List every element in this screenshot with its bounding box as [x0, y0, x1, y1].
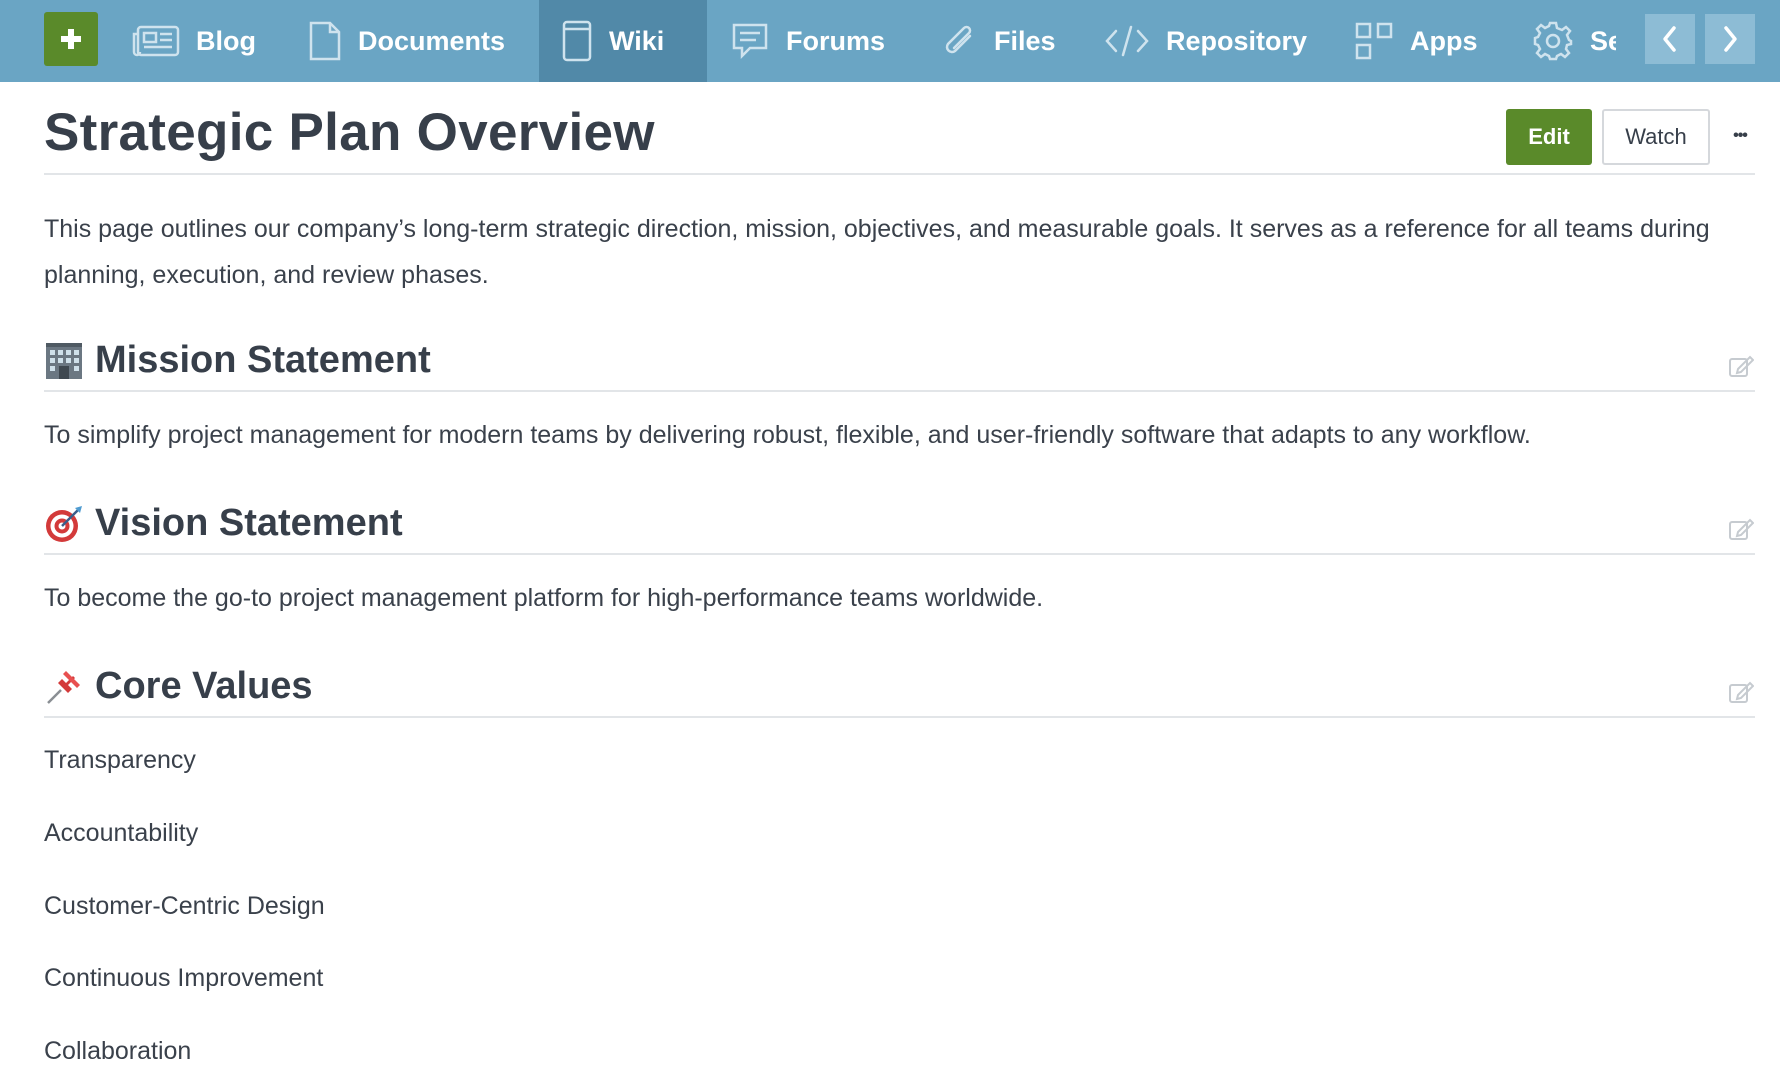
section-title: Mission Statement: [95, 339, 431, 381]
tab-label: Apps: [1410, 25, 1478, 56]
newspaper-icon: [132, 24, 180, 58]
tab-repository[interactable]: Repository: [1104, 0, 1307, 82]
section-heading-core-values: Core Values: [44, 665, 313, 708]
list-item: Accountability: [44, 819, 199, 847]
nav-tabs: Blog Documents Wiki Forums Files Reposit…: [120, 0, 1616, 82]
tab-wiki[interactable]: Wiki: [539, 0, 707, 82]
section-edit-button[interactable]: [1728, 680, 1754, 704]
section-divider: [44, 716, 1755, 718]
office-building-icon: [44, 341, 84, 381]
tab-label: Documents: [358, 25, 506, 56]
vision-text: To become the go-to project management p…: [44, 584, 1044, 612]
tab-label: Wiki: [609, 25, 665, 56]
chevron-right-icon: [1724, 26, 1737, 52]
tab-label: Se: [1590, 25, 1616, 56]
add-button[interactable]: [44, 12, 98, 66]
more-icon: •••: [1733, 127, 1748, 144]
chevron-left-icon: [1663, 26, 1676, 52]
pushpin-icon: [44, 667, 84, 707]
section-divider: [44, 390, 1755, 392]
tab-forums[interactable]: Forums: [730, 0, 885, 82]
more-options-button[interactable]: •••: [1722, 118, 1758, 154]
paperclip-icon: [940, 22, 978, 60]
intro-paragraph: This page outlines our company’s long-te…: [44, 215, 1710, 289]
tab-files[interactable]: Files: [940, 0, 1056, 82]
list-item: Continuous Improvement: [44, 964, 324, 992]
tab-settings[interactable]: Se: [1532, 0, 1616, 82]
edit-button[interactable]: Edit: [1506, 109, 1592, 165]
edit-pencil-icon: [1729, 355, 1754, 377]
tab-apps[interactable]: Apps: [1354, 0, 1478, 82]
code-icon: [1104, 23, 1150, 59]
tab-blog[interactable]: Blog: [120, 0, 276, 82]
scroll-right-button[interactable]: [1705, 14, 1755, 64]
edit-pencil-icon: [1729, 681, 1754, 703]
document-icon: [308, 20, 342, 62]
tab-label: Forums: [786, 25, 886, 56]
chat-bubble-icon: [730, 21, 770, 61]
section-heading-mission: Mission Statement: [44, 339, 431, 382]
tab-label: Repository: [1166, 25, 1308, 56]
section-heading-vision: Vision Statement: [44, 502, 403, 545]
grid-icon: [1354, 21, 1394, 61]
section-edit-button[interactable]: [1728, 517, 1754, 541]
mission-text: To simplify project management for moder…: [44, 421, 1531, 449]
book-icon: [561, 19, 593, 63]
gear-icon: [1532, 20, 1574, 62]
top-navigation-bar: Blog Documents Wiki Forums Files Reposit…: [0, 0, 1780, 82]
watch-button[interactable]: Watch: [1602, 109, 1710, 165]
tab-documents[interactable]: Documents: [308, 0, 533, 82]
edit-pencil-icon: [1729, 518, 1754, 540]
list-item: Transparency: [44, 746, 196, 774]
tab-label: Blog: [196, 25, 256, 56]
list-item: Collaboration: [44, 1037, 192, 1065]
section-title: Core Values: [95, 665, 313, 707]
tab-label: Files: [994, 25, 1056, 56]
list-item: Customer-Centric Design: [44, 892, 325, 920]
title-divider: [44, 173, 1755, 175]
plus-icon: [61, 29, 81, 49]
section-edit-button[interactable]: [1728, 354, 1754, 378]
section-title: Vision Statement: [95, 502, 403, 544]
section-divider: [44, 553, 1755, 555]
page-title: Strategic Plan Overview: [44, 103, 655, 162]
scroll-left-button[interactable]: [1645, 14, 1695, 64]
target-dart-icon: [44, 504, 84, 544]
